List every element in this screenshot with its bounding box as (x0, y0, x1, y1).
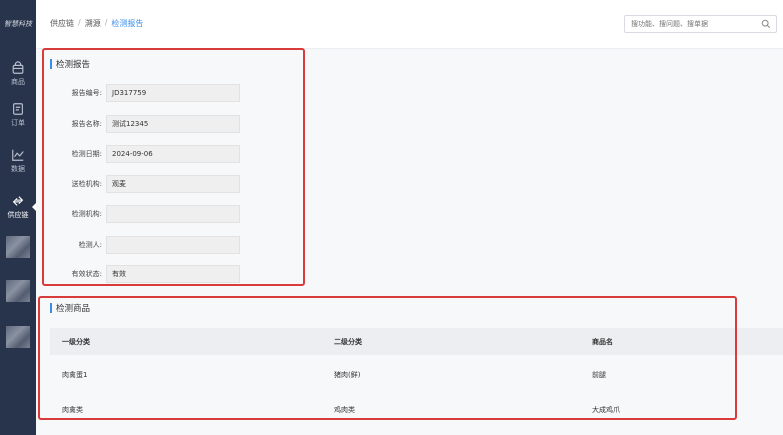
top-bar: 供应链 / 溯源 / 检测报告 (36, 0, 783, 49)
breadcrumb-separator: / (104, 18, 108, 27)
breadcrumb-item[interactable]: 溯源 (85, 18, 101, 29)
sidebar: 智慧科技 商品 订单 数据 供应链 (0, 0, 36, 435)
breadcrumb: 供应链 / 溯源 / 检测报告 (50, 18, 143, 29)
blurred-menu-item (6, 236, 30, 258)
sidebar-item-label: 供应链 (7, 211, 29, 219)
logo: 智慧科技 (4, 20, 32, 28)
search-icon[interactable] (761, 19, 771, 29)
chart-line-icon (12, 149, 24, 161)
sidebar-item-label: 商品 (11, 78, 25, 86)
sidebar-item-orders[interactable]: 订单 (0, 97, 36, 133)
sidebar-item-label: 数据 (11, 165, 25, 173)
bag-icon (12, 61, 24, 74)
highlight-box-report (42, 48, 305, 286)
search-input[interactable] (625, 20, 761, 28)
sidebar-item-goods[interactable]: 商品 (0, 56, 36, 92)
blurred-menu-item (6, 280, 30, 302)
document-icon (13, 103, 23, 115)
search-box[interactable] (624, 15, 777, 33)
breadcrumb-item[interactable]: 供应链 (50, 18, 74, 29)
exchange-icon (12, 196, 24, 206)
breadcrumb-separator: / (78, 18, 81, 27)
highlight-box-products (38, 296, 737, 420)
breadcrumb-current: 检测报告 (111, 19, 144, 28)
blurred-menu-item (6, 326, 30, 348)
sidebar-item-label: 订单 (11, 119, 25, 127)
sidebar-item-data[interactable]: 数据 (0, 143, 36, 179)
sidebar-item-supply-chain[interactable]: 供应链 (0, 189, 36, 225)
